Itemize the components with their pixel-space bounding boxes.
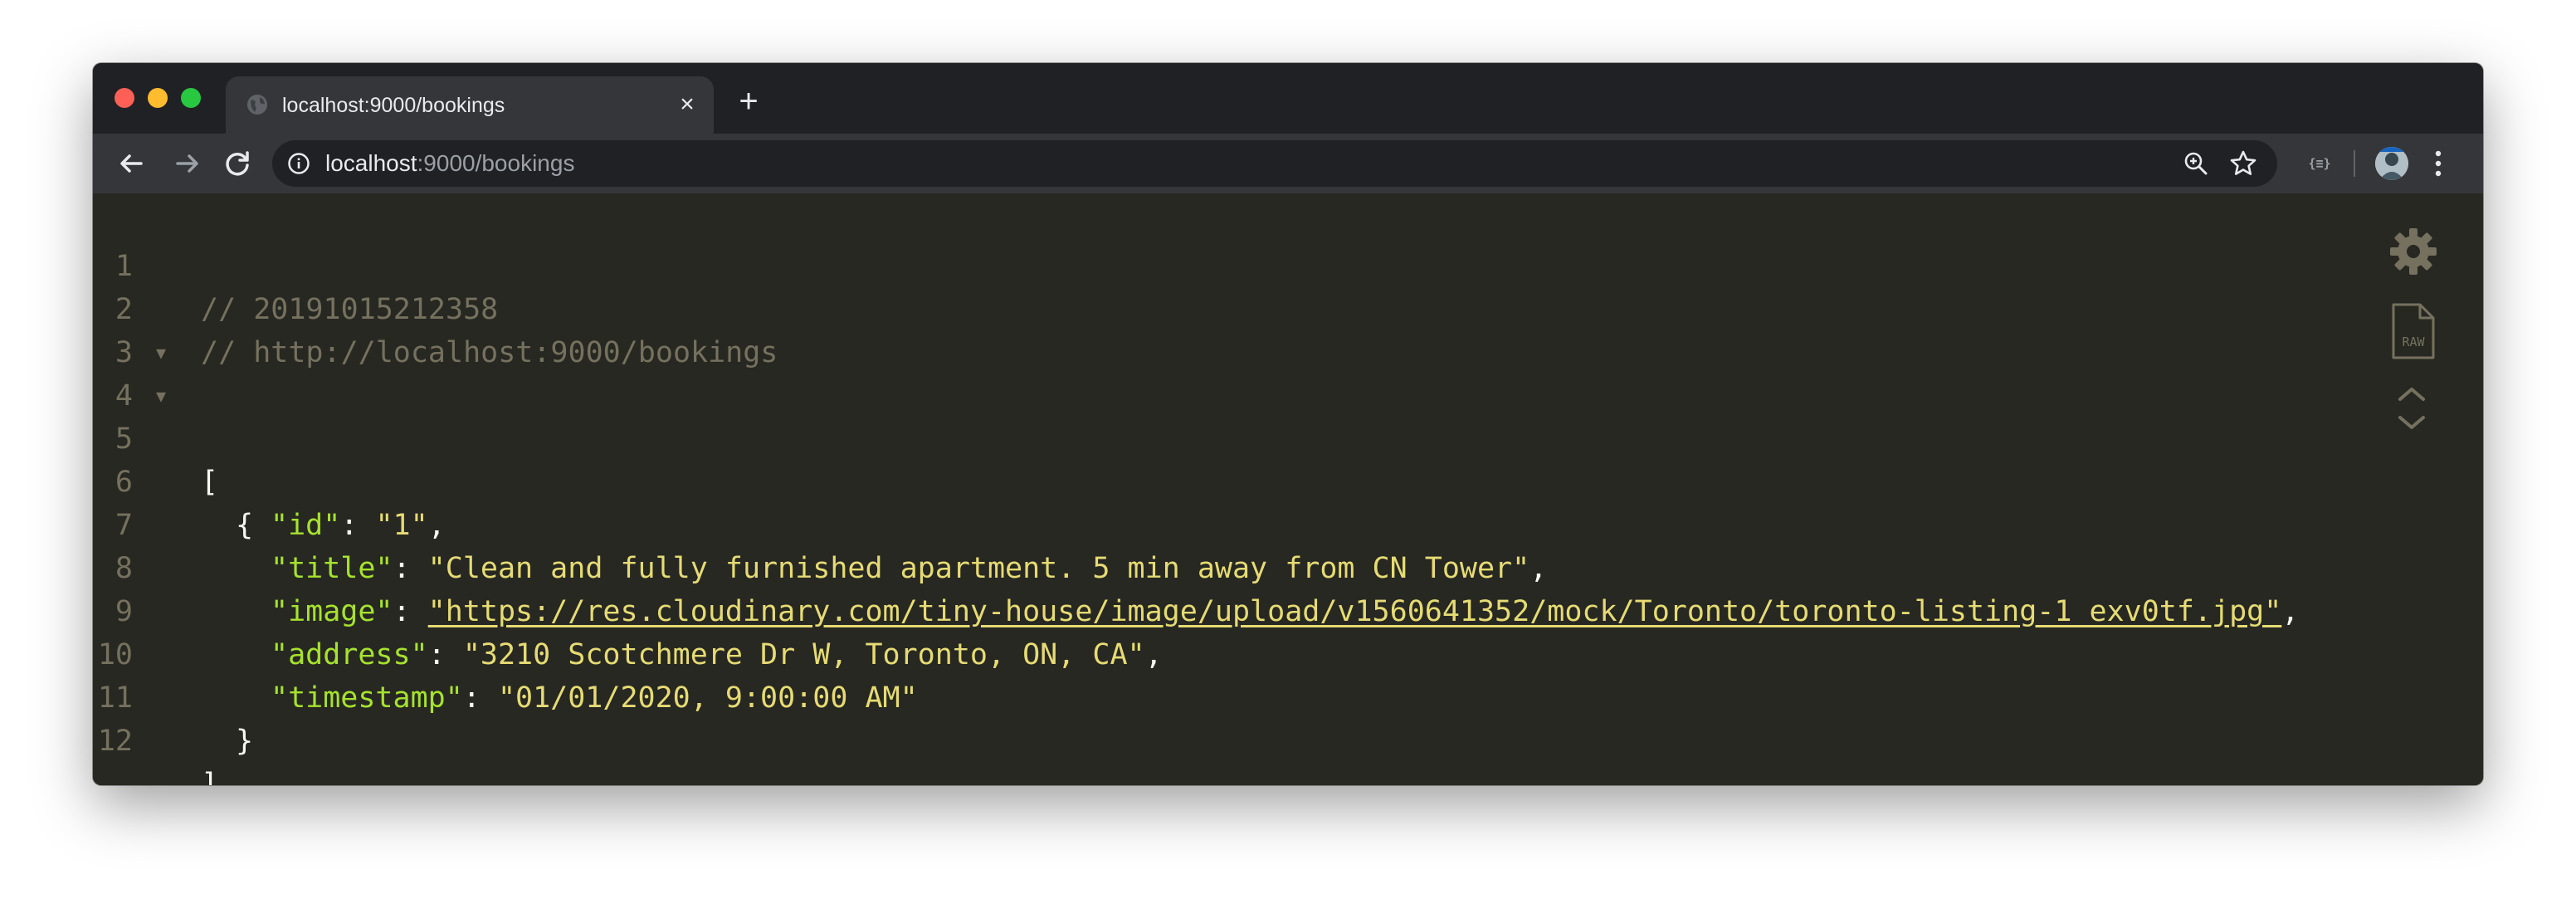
comment-url: // http://localhost:9000/bookings <box>201 336 778 369</box>
json-entry: "id": "1", <box>201 504 446 547</box>
json-entry: "timestamp": "01/01/2020, 9:00:00 AM" <box>201 676 918 720</box>
window-minimize-button[interactable] <box>148 88 168 108</box>
code-line: 11 } <box>93 633 253 758</box>
raw-label: RAW <box>2402 334 2425 349</box>
image-url-link[interactable]: "https://res.cloudinary.com/tiny-house/i… <box>428 595 2282 628</box>
more-menu-icon[interactable] <box>2432 145 2445 182</box>
gear-icon[interactable] <box>2387 225 2440 278</box>
address-url: localhost:9000/bookings <box>325 151 574 176</box>
array-close-bracket: ] <box>201 768 219 785</box>
window-close-button[interactable] <box>115 88 134 108</box>
json-value: "01/01/2020, 9:00:00 AM" <box>497 681 918 715</box>
address-host: localhost <box>325 150 417 176</box>
forward-arrow-icon[interactable] <box>168 144 207 183</box>
comment-timestamp: // 20191015212358 <box>201 293 499 326</box>
json-viewer: 1 // 20191015212358 2 // http://localhos… <box>93 193 2483 785</box>
json-value: "1" <box>375 509 428 542</box>
browser-window: localhost:9000/bookings × + localhost:90… <box>93 63 2483 785</box>
address-path: :9000/bookings <box>417 150 575 176</box>
json-value: "Clean and fully furnished apartment. 5 … <box>427 552 1530 585</box>
reload-icon[interactable] <box>217 144 257 183</box>
json-entry: "title": "Clean and fully furnished apar… <box>201 547 1547 590</box>
back-arrow-icon[interactable] <box>111 144 151 183</box>
json-entry: "address": "3210 Scotchmere Dr W, Toront… <box>201 633 1163 676</box>
zoom-icon[interactable] <box>2183 150 2209 177</box>
code-line: 10 "timestamp": "01/01/2020, 9:00:00 AM" <box>93 590 918 715</box>
json-code: 1 // 20191015212358 2 // http://localhos… <box>93 202 2300 785</box>
code-line: 1 // 20191015212358 <box>93 202 498 326</box>
json-key: "image" <box>271 595 393 628</box>
json-key: "timestamp" <box>271 681 463 715</box>
profile-avatar[interactable] <box>2375 147 2408 180</box>
json-key: "title" <box>271 552 393 585</box>
chevron-up-icon[interactable] <box>2392 383 2432 406</box>
json-key: "address" <box>271 638 428 671</box>
new-tab-button[interactable]: + <box>730 83 767 120</box>
info-icon[interactable] <box>287 152 310 175</box>
json-comma: , <box>1144 638 1163 671</box>
code-line: 7 "title": "Clean and fully furnished ap… <box>93 461 1547 585</box>
json-separator: : <box>340 509 376 542</box>
json-comma: , <box>427 509 446 542</box>
json-comma: , <box>1530 552 1548 585</box>
globe-icon <box>247 95 267 115</box>
json-separator: : <box>393 595 428 628</box>
avatar-image <box>2375 147 2408 180</box>
fold-toggle-icon[interactable]: ▼ <box>156 374 166 417</box>
json-entry: "image": "https://res.cloudinary.com/tin… <box>201 590 2299 633</box>
raw-file-icon[interactable]: RAW <box>2390 301 2437 361</box>
window-maximize-button[interactable] <box>181 88 201 108</box>
json-separator: : <box>427 638 463 671</box>
json-viewer-extension-icon[interactable]: {≡} <box>2305 150 2334 177</box>
json-separator: : <box>462 681 498 715</box>
tab-strip: localhost:9000/bookings × + <box>93 63 2483 134</box>
code-line: 3 <box>93 288 233 369</box>
code-line: 12 ] <box>93 676 233 785</box>
code-line: 2 // http://localhost:9000/bookings <box>93 245 778 369</box>
fold-toggle-icon[interactable]: ▼ <box>156 331 166 374</box>
bookmark-star-icon[interactable] <box>2229 149 2257 178</box>
toolbar-divider <box>2354 150 2355 177</box>
line-number: 12 <box>97 725 133 758</box>
code-line: 9 "address": "3210 Scotchmere Dr W, Toro… <box>93 547 1163 671</box>
address-bar[interactable]: localhost:9000/bookings <box>272 140 2277 187</box>
code-line: 4 ▼ [ <box>93 331 233 499</box>
json-separator: : <box>393 552 428 585</box>
json-value: "3210 Scotchmere Dr W, Toronto, ON, CA" <box>462 638 1145 671</box>
viewer-side-controls: RAW <box>2377 193 2476 459</box>
chevron-down-icon[interactable] <box>2392 411 2432 434</box>
json-key: "id" <box>271 509 341 542</box>
code-line: 5 ▼ { <box>93 374 253 542</box>
code-line: 6 "id": "1", <box>93 417 446 542</box>
close-tab-icon[interactable]: × <box>674 91 700 118</box>
tab-title: localhost:9000/bookings <box>282 94 505 117</box>
toolbar: localhost:9000/bookings {≡} <box>93 134 2483 193</box>
tab-bookings[interactable]: localhost:9000/bookings × <box>226 76 714 134</box>
json-comma: , <box>2281 595 2300 628</box>
code-line: 8 "image": "https://res.cloudinary.com/t… <box>93 504 2299 628</box>
